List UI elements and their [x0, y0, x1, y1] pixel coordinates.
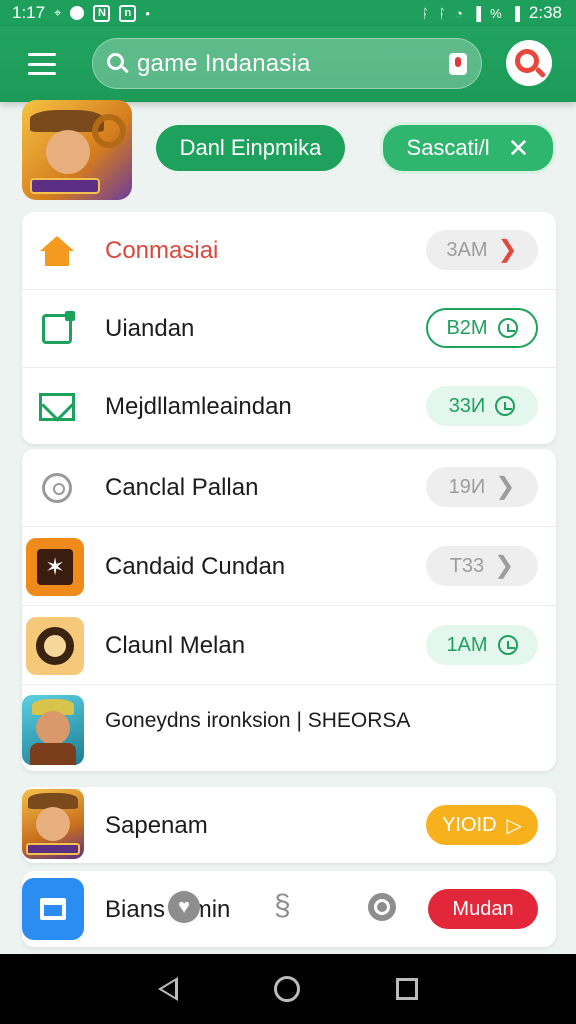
battery-percent: % — [490, 5, 502, 21]
list-item-label: Goneydns ironksion | SHEORSA — [105, 709, 411, 732]
home-button-icon[interactable] — [274, 976, 300, 1002]
chip-label: 33И — [448, 394, 486, 417]
search-button[interactable] — [506, 40, 552, 86]
chip-label: B2М — [446, 316, 488, 339]
secondary-action-label: Sascati/l — [406, 135, 490, 160]
clock-icon — [495, 396, 516, 416]
edit-icon — [32, 304, 82, 354]
list-item[interactable]: Conmasiai 3AМ ❯ — [22, 212, 556, 290]
recents-icon[interactable] — [396, 978, 418, 1000]
mail-icon — [32, 382, 82, 432]
heart-icon[interactable]: ♥ — [168, 891, 200, 923]
search-icon — [107, 52, 129, 75]
secondary-action-button[interactable]: Sascati/l ✕ — [380, 122, 556, 174]
status-chip[interactable]: 33И — [426, 386, 538, 426]
list-item[interactable]: Uiandan B2М — [22, 290, 556, 368]
list-card: Bians min ♥ § Mudan — [22, 871, 556, 947]
dot-icon: • — [145, 5, 150, 21]
list-item-label: Sapenam — [105, 812, 208, 839]
notification-dot-icon — [70, 6, 85, 20]
search-input[interactable]: game Indanasia — [92, 38, 482, 89]
bluetooth-icon: ᛛ — [421, 5, 430, 21]
chip-label: 1AМ — [446, 633, 488, 656]
action-chip[interactable]: Mudan — [428, 889, 538, 929]
search-icon[interactable] — [366, 891, 400, 925]
character-tile-icon — [22, 695, 84, 765]
list-item[interactable]: Mejdllamleaindan 33И — [22, 368, 556, 446]
link-icon[interactable]: § — [274, 889, 291, 923]
list-item-label: Mejdllamleaindan — [105, 393, 292, 420]
n-icon: n — [119, 4, 137, 22]
status-chip[interactable]: YIOID ▷ — [426, 805, 538, 845]
status-time: 2:38 — [528, 3, 562, 22]
status-time-left: 1:17 — [12, 3, 46, 22]
status-bar: 1:17 ⌖ N n • ᛛ ᛛ ◔ ▐ % ▐ 2:38 — [0, 0, 576, 26]
status-chip[interactable]: T33 ❯ — [426, 546, 538, 586]
signal-icon: ▐ — [471, 5, 482, 21]
chevron-right-icon: ❯ — [497, 236, 518, 263]
list-card: Sapenam YIOID ▷ — [22, 787, 556, 863]
chip-label: Mudan — [452, 897, 514, 920]
bluetooth-icon: ᛛ — [438, 5, 447, 21]
list-card: Conmasiai 3AМ ❯ Uiandan B2М Mejdllamleai… — [22, 212, 556, 444]
clock-icon — [497, 318, 518, 338]
chip-label: T33 — [449, 554, 485, 577]
location-icon: ⌖ — [54, 5, 62, 20]
chevron-right-icon: ❯ — [494, 552, 515, 579]
chip-label: YIOID — [442, 813, 497, 836]
search-input-value: game Indanasia — [137, 49, 311, 77]
list-card: Canclal Pallan 19И ❯ ✶ Candaid Cundan T3… — [22, 449, 556, 771]
n-icon: N — [93, 4, 111, 22]
close-icon[interactable]: ✕ — [508, 133, 530, 164]
ring-tile-icon — [26, 617, 84, 675]
gift-tile-icon — [22, 878, 84, 940]
status-chip[interactable]: 1AМ — [426, 625, 538, 665]
wifi-icon: ◔ — [455, 5, 463, 21]
list-item-label: Conmasiai — [105, 237, 219, 264]
list-item-label: Claunl Melan — [105, 632, 246, 659]
list-item-label: Uiandan — [105, 315, 195, 342]
status-bar-right: ᛛ ᛛ ◔ ▐ % ▐ 2:38 — [421, 3, 562, 23]
chip-label: 3AМ — [446, 238, 488, 261]
list-item-label: Canclal Pallan — [105, 474, 259, 501]
character-tile-icon — [22, 789, 84, 859]
home-icon — [32, 226, 82, 276]
pin-icon — [32, 463, 82, 513]
list-item[interactable]: Goneydns ironksion | SHEORSA — [22, 687, 556, 771]
primary-action-label: Danl Einpmika — [179, 135, 322, 160]
list-item[interactable]: Canclal Pallan 19И ❯ — [22, 449, 556, 527]
play-icon: ▷ — [506, 814, 522, 837]
hamburger-icon[interactable] — [28, 53, 56, 75]
microphone-icon[interactable] — [449, 53, 467, 75]
list-item[interactable]: Claunl Melan 1AМ — [22, 607, 556, 685]
clock-icon — [497, 635, 518, 655]
list-item[interactable]: Bians min ♥ § Mudan — [22, 871, 556, 947]
app-bar: game Indanasia — [0, 26, 576, 102]
system-nav-bar — [0, 954, 576, 1024]
primary-action-button[interactable]: Danl Einpmika — [156, 125, 345, 171]
status-bar-left: 1:17 ⌖ N n • — [12, 3, 150, 23]
list-item[interactable]: Sapenam YIOID ▷ — [22, 787, 556, 863]
chip-label: 19И — [448, 475, 486, 498]
featured-game-thumbnail[interactable] — [22, 100, 132, 200]
status-chip[interactable]: 19И ❯ — [426, 467, 538, 507]
star-tile-icon: ✶ — [26, 538, 84, 596]
battery-icon: ▐ — [510, 5, 520, 21]
status-chip[interactable]: B2М — [426, 308, 538, 348]
chevron-right-icon: ❯ — [495, 473, 516, 500]
status-chip[interactable]: 3AМ ❯ — [426, 230, 538, 270]
list-item[interactable]: ✶ Candaid Cundan T33 ❯ — [22, 528, 556, 606]
list-item-label: Candaid Cundan — [105, 553, 286, 580]
back-icon[interactable] — [158, 977, 178, 1001]
